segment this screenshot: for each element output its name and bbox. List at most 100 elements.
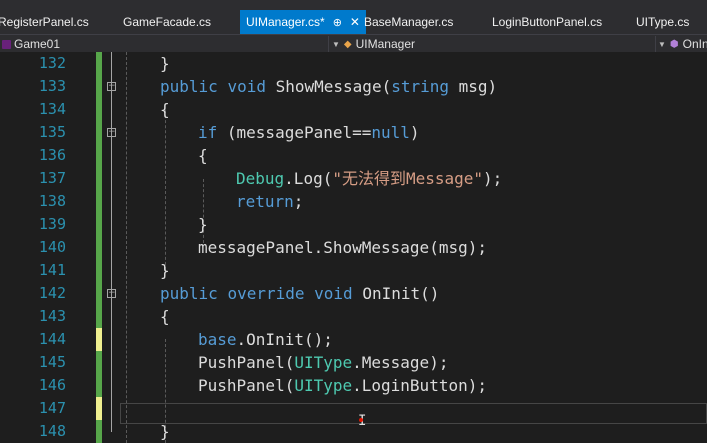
close-icon[interactable]: ✕ [350,15,360,29]
line-number: 140 [38,238,66,256]
code-text: Debug.Log("无法得到Message"); [236,167,502,190]
code-line[interactable]: 139 } [0,213,707,236]
change-marker [96,259,102,282]
pin-icon[interactable]: ⊕ [333,16,342,29]
class-icon: ◆ [343,38,352,50]
code-text: PushPanel(UIType.Message); [198,351,448,374]
line-number: 141 [38,261,66,279]
line-number: 137 [38,169,66,187]
tab-label: GameFacade.cs [123,15,212,29]
tab-label: LoginButtonPanel.cs [492,15,603,29]
code-line[interactable]: 144 base.OnInit(); [0,328,707,351]
change-marker [96,121,102,144]
chevron-down-icon: ▼ [658,39,666,49]
tab-basemanager[interactable]: BaseManager.cs [364,10,453,34]
code-line[interactable]: 134 { [0,98,707,121]
keyword: void [227,77,266,96]
code-line[interactable]: 135 − if (messagePanel==null) [0,121,707,144]
member-access: .LoginButton); [352,376,487,395]
code-text: { [160,307,170,326]
type-name: UIType [294,353,353,372]
code-text: return; [236,190,303,213]
type-name: Debug [236,169,285,188]
change-marker [96,52,102,75]
change-marker [96,98,102,121]
code-line[interactable]: 146 PushPanel(UIType.LoginButton); [0,374,707,397]
string-literal: "无法得到Message" [332,169,484,188]
member-dropdown[interactable]: ▼ ⬢ OnInit [658,35,707,53]
line-number: 139 [38,215,66,233]
code-text: } [198,215,208,234]
code-text: public void ShowMessage(string msg) [160,75,497,98]
line-number: 134 [38,100,66,118]
collapse-icon[interactable]: − [107,128,116,137]
keyword: override [227,284,305,303]
tab-gamefacade[interactable]: GameFacade.cs [123,10,211,34]
method-icon: ⬢ [669,38,679,50]
class-dropdown[interactable]: ▼ ◆ UIManager [332,35,415,53]
code-line[interactable]: 141 } [0,259,707,282]
divider [328,36,329,52]
code-line[interactable]: 137 Debug.Log("无法得到Message"); [0,167,707,190]
tab-registerpanel[interactable]: RegisterPanel.cs [0,10,89,34]
code-editor[interactable]: 132 } 133 − public void ShowMessage(stri… [0,52,707,443]
expression: (messagePanel== [217,123,372,142]
code-text: base.OnInit(); [198,328,333,351]
project-name: Game01 [14,37,61,51]
document-tab-strip: RegisterPanel.cs GameFacade.cs UIManager… [0,0,707,34]
collapse-icon[interactable]: − [107,82,116,91]
code-line[interactable]: 140 messagePanel.ShowMessage(msg); [0,236,707,259]
method-call: PushPanel( [198,376,295,395]
member-access: .Log( [284,169,333,188]
method-name: ShowMessage [275,77,382,96]
line-number: 145 [38,353,66,371]
class-name: UIManager [355,37,415,51]
keyword: public [160,77,218,96]
code-line[interactable]: 147 [0,397,707,420]
code-line[interactable]: 133 − public void ShowMessage(string msg… [0,75,707,98]
project-dropdown[interactable]: Game01 [2,35,60,53]
navigation-bar: Game01 ▼ ◆ UIManager ▼ ⬢ OnInit [0,34,707,53]
line-number: 144 [38,330,66,348]
line-number: 135 [38,123,66,141]
code-text: { [160,100,170,119]
line-number: 143 [38,307,66,325]
change-marker [96,167,102,190]
line-number: 138 [38,192,66,210]
change-marker [96,282,102,305]
tab-loginbuttonpanel[interactable]: LoginButtonPanel.cs [492,10,602,34]
keyword: if [198,123,218,142]
code-line[interactable]: 132 } [0,52,707,75]
member-access: .Message); [352,353,449,372]
change-marker [96,374,102,397]
code-line[interactable]: 148 } [0,420,707,443]
change-marker [96,144,102,167]
code-line[interactable]: 142 − public override void OnInit() [0,282,707,305]
member-name: OnInit [682,37,707,51]
line-number: 148 [38,422,66,440]
code-line[interactable]: 145 PushPanel(UIType.Message); [0,351,707,374]
change-marker [96,213,102,236]
code-text: messagePanel.ShowMessage(msg); [198,238,487,257]
punct: ; [293,192,304,211]
tab-label: BaseManager.cs [364,15,454,29]
keyword: public [160,284,218,303]
code-text: } [160,422,170,441]
member-access: .OnInit(); [236,330,333,349]
csharp-project-icon [2,39,11,49]
change-marker [96,397,102,420]
tab-uitype[interactable]: UIType.cs [636,10,689,34]
collapse-icon[interactable]: − [107,289,116,298]
code-line[interactable]: 136 { [0,144,707,167]
keyword: base [198,330,237,349]
cursor-dot-icon [359,418,363,422]
code-text: } [160,261,170,280]
code-line[interactable]: 138 return; [0,190,707,213]
change-marker [96,420,102,443]
change-marker [96,351,102,374]
code-text: if (messagePanel==null) [198,121,420,144]
punct: ) [409,123,420,142]
tab-label: RegisterPanel.cs [0,15,89,29]
code-line[interactable]: 143 { [0,305,707,328]
tab-uimanager[interactable]: UIManager.cs* ⊕ ✕ [240,10,366,34]
